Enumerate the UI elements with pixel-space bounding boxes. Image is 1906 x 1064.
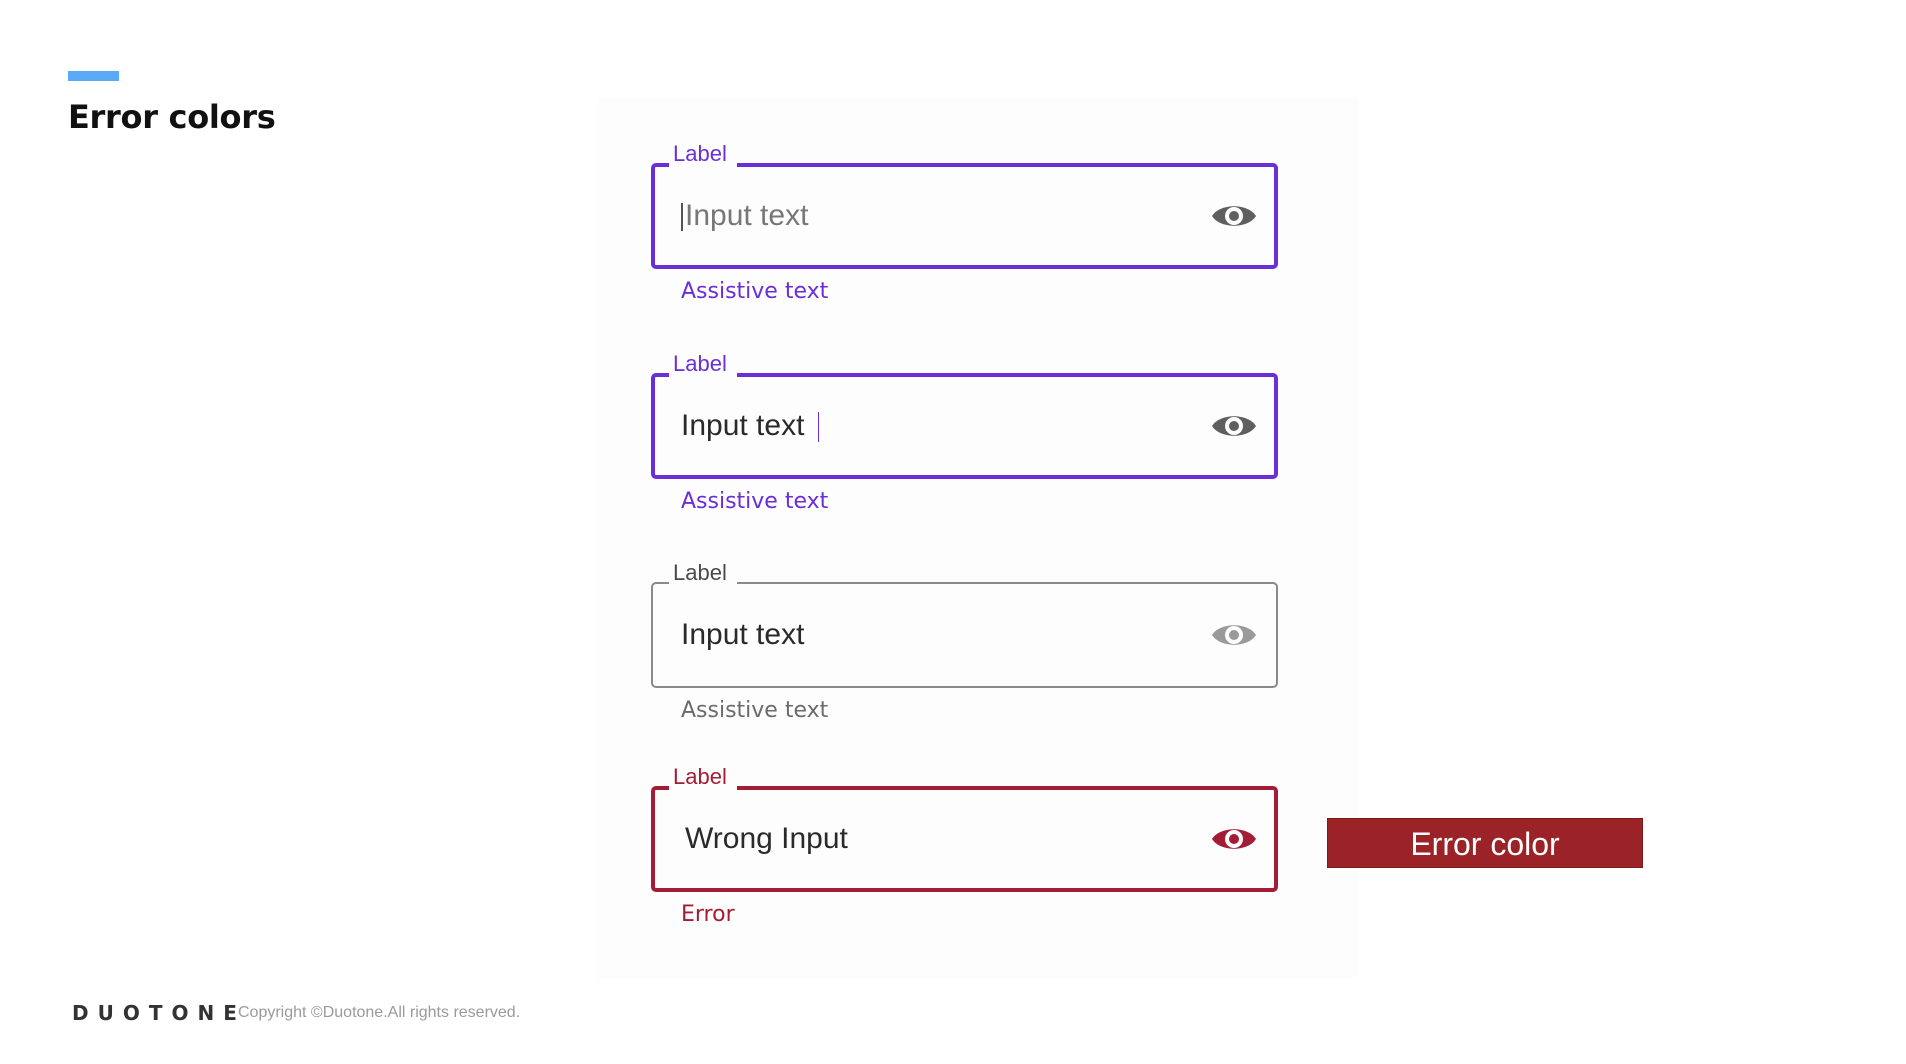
eye-icon[interactable] <box>1210 618 1258 652</box>
text-field-value: Input text <box>681 618 805 651</box>
text-field-value: Input text <box>681 409 805 442</box>
assistive-text: Assistive text <box>681 279 829 304</box>
eye-icon[interactable] <box>1210 409 1258 443</box>
text-field-focused-empty[interactable]: Label Input text Assistive text <box>651 141 1278 304</box>
text-field-inactive[interactable]: Label Input text Assistive text <box>651 560 1278 723</box>
text-field-input[interactable]: Wrong Input <box>685 816 848 862</box>
eye-icon[interactable] <box>1210 822 1258 856</box>
text-field-value: Wrong Input <box>685 822 848 855</box>
text-field-label: Label <box>669 141 737 167</box>
text-field-placeholder: Input text <box>685 199 809 232</box>
slide: Error colors Label Input text Assistive … <box>0 0 1906 1064</box>
text-cursor <box>818 412 820 443</box>
text-field-error[interactable]: Label Wrong Input Error <box>651 764 1278 927</box>
eye-icon[interactable] <box>1210 199 1258 233</box>
text-field-input[interactable]: Input text <box>681 403 821 449</box>
title-accent-bar <box>68 71 119 81</box>
text-field-focused-filled[interactable]: Label Input text Assistive text <box>651 351 1278 514</box>
text-field-input[interactable]: Input text <box>681 193 808 239</box>
assistive-text: Assistive text <box>681 698 829 723</box>
text-field-label: Label <box>669 351 737 377</box>
text-field-label: Label <box>669 764 737 790</box>
text-field-input[interactable]: Input text <box>681 612 804 658</box>
page-title: Error colors <box>68 98 276 136</box>
error-color-swatch: Error color <box>1327 818 1643 868</box>
brand-logo: DUOTONE <box>72 1001 246 1025</box>
text-field-label: Label <box>669 560 737 586</box>
assistive-text: Assistive text <box>681 489 829 514</box>
copyright-text: Copyright ©Duotone.All rights reserved. <box>238 1004 521 1021</box>
text-cursor <box>681 203 683 232</box>
error-text: Error <box>681 902 735 927</box>
